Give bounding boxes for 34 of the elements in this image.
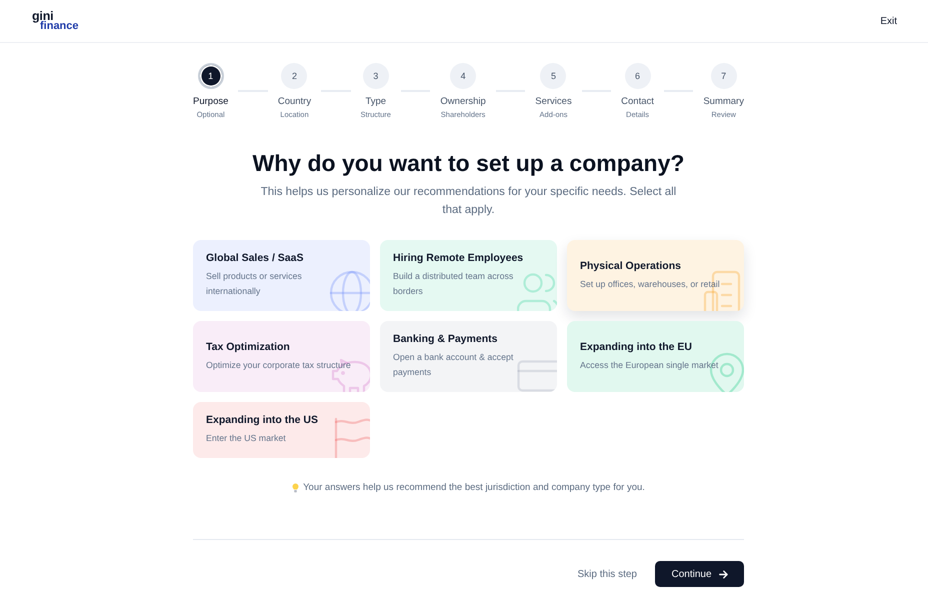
page-subtitle: This helps us personalize our recommendations for your specific needs. Select all that apply. — [260, 185, 678, 218]
page-title: Why do you want to set up a company? — [252, 149, 686, 177]
step-label: Country — [278, 96, 312, 108]
logo: gini finance — [32, 10, 79, 32]
globe-icon — [329, 270, 370, 311]
arrow-right-icon — [718, 570, 728, 578]
option-card[interactable]: Hiring Remote Employees Build a distributed team across borders — [380, 240, 557, 311]
option-card[interactable]: Tax Optimization Optimize your corporate tax structure — [193, 321, 370, 392]
step-label: Services — [535, 96, 572, 108]
flag-icon — [334, 417, 370, 458]
step-label: Ownership — [440, 96, 486, 108]
step-number: 2 — [281, 63, 308, 89]
exit-button[interactable]: Exit — [880, 16, 897, 26]
step-label: Contact — [621, 96, 654, 108]
credit-card-icon — [517, 360, 557, 392]
hint-text: Your answers help us recommend the best jurisdiction and company type for you. — [303, 482, 645, 493]
option-card[interactable]: Banking & Payments Open a bank account & accept payments — [380, 321, 557, 392]
step-label: Summary — [703, 96, 744, 108]
step-number: 4 — [450, 63, 476, 89]
step-label: Purpose — [193, 96, 228, 108]
step-number: 6 — [624, 63, 651, 89]
step-label: Type — [365, 96, 386, 108]
step-number: 1 — [198, 63, 224, 89]
option-card[interactable]: Expanding into the US Enter the US market — [193, 402, 370, 458]
lightbulb-icon — [292, 482, 300, 492]
option-card[interactable]: Physical Operations Set up offices, warehouses, or retail — [567, 240, 744, 311]
step-number: 7 — [710, 63, 737, 89]
skip-link[interactable]: Skip this step — [578, 568, 637, 580]
step-number: 5 — [540, 63, 566, 89]
option-card[interactable]: Global Sales / SaaS Sell products or services internationally — [193, 240, 370, 311]
people-icon — [517, 273, 557, 311]
step-number: 3 — [362, 63, 389, 89]
continue-button[interactable]: Continue — [655, 561, 744, 587]
option-card[interactable]: Expanding into the EU Access the European single market — [567, 321, 744, 392]
